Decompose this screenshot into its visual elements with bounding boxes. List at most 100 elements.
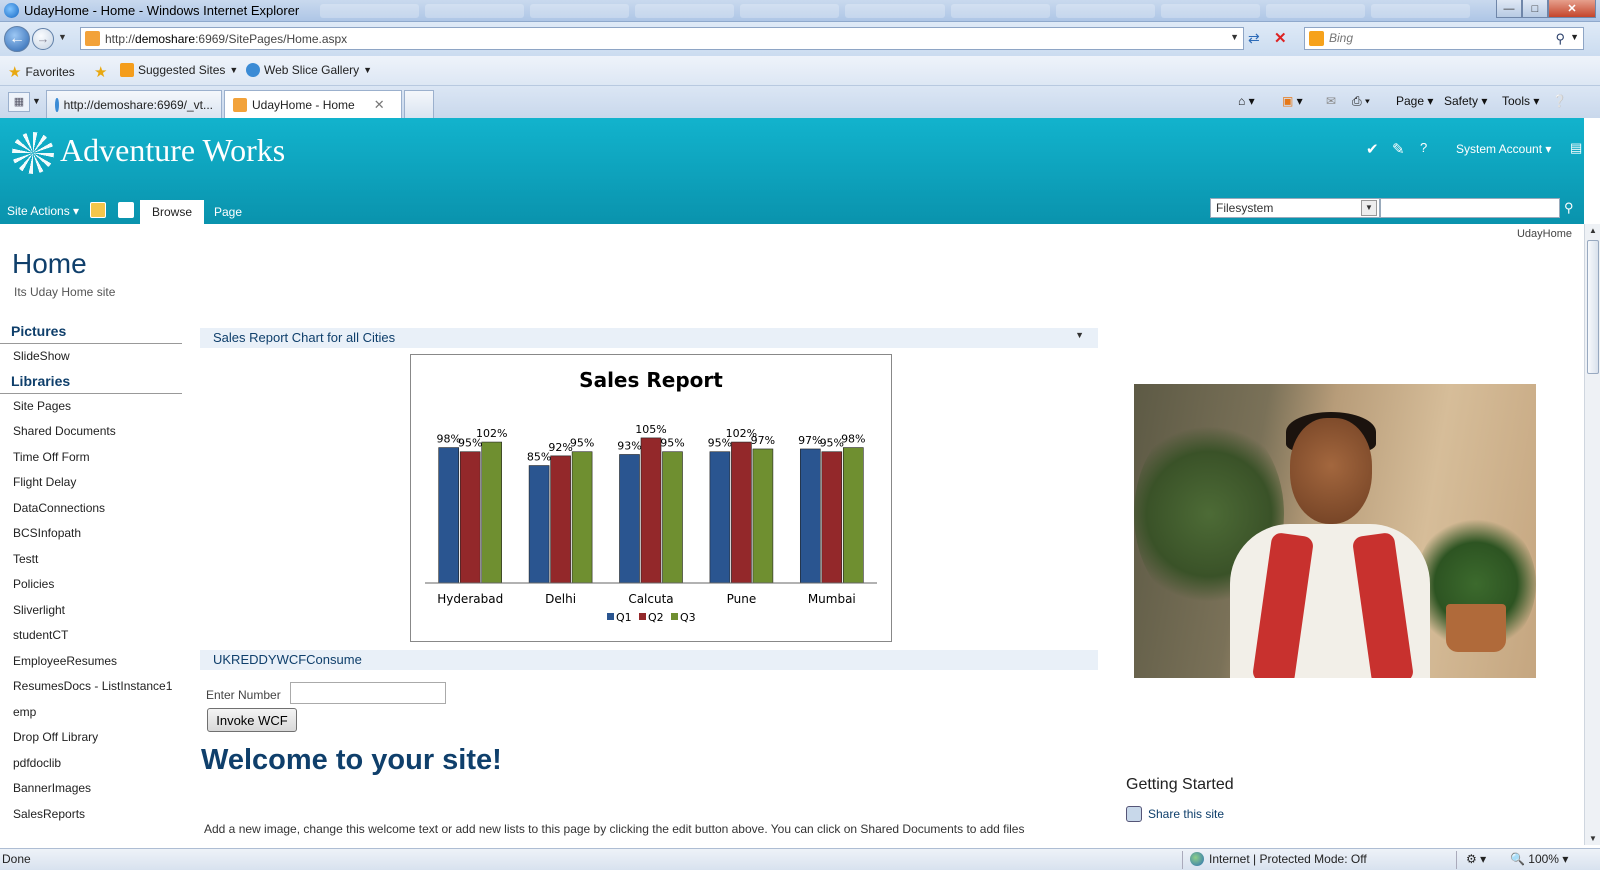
quick-launch: Pictures SlideShow Libraries Site Pages S…: [0, 320, 182, 827]
search-scope-select[interactable]: Filesystem ▼: [1210, 198, 1380, 218]
suggested-sites-button[interactable]: Suggested Sites ▼: [120, 63, 238, 77]
address-url[interactable]: http://demoshare:6969/SitePages/Home.asp…: [105, 32, 347, 46]
close-window-button[interactable]: ✕: [1548, 0, 1596, 18]
tab-list-dropdown[interactable]: ▼: [32, 96, 41, 106]
legend-label: Q2: [648, 611, 664, 624]
site-name[interactable]: Adventure Works: [60, 132, 285, 169]
navigate-up-icon[interactable]: [90, 202, 106, 218]
ql-item[interactable]: SlideShow: [0, 344, 182, 370]
safety-menu[interactable]: Safety ▾: [1444, 94, 1487, 108]
home-icon[interactable]: ⌂ ▾: [1238, 94, 1255, 108]
chart-data-label: 93%: [617, 439, 641, 452]
new-tab-button[interactable]: [404, 90, 434, 118]
ql-item[interactable]: SalesReports: [0, 802, 182, 828]
ql-item[interactable]: Testt: [0, 547, 182, 573]
ql-item[interactable]: BCSInfopath: [0, 521, 182, 547]
search-icon[interactable]: ⚲: [1564, 200, 1574, 216]
mail-icon[interactable]: ✉: [1326, 94, 1336, 108]
back-button[interactable]: ←: [4, 26, 30, 52]
zoom-level[interactable]: 🔍 100% ▾: [1510, 852, 1568, 866]
ql-item[interactable]: ResumesDocs - ListInstance1: [0, 674, 182, 700]
address-dropdown-icon[interactable]: ▼: [1230, 32, 1239, 42]
site-actions-menu[interactable]: Site Actions ▾: [7, 204, 79, 218]
close-tab-icon[interactable]: ✕: [374, 97, 385, 113]
forward-button[interactable]: →: [32, 28, 54, 50]
chart-bar: [640, 437, 662, 584]
ql-item[interactable]: studentCT: [0, 623, 182, 649]
ql-item[interactable]: EmployeeResumes: [0, 649, 182, 675]
ql-heading-libraries[interactable]: Libraries: [0, 370, 182, 394]
ql-item[interactable]: Time Off Form: [0, 445, 182, 471]
tab-inactive[interactable]: http://demoshare:6969/_vt...: [46, 90, 222, 118]
share-site-link[interactable]: Share this site: [1126, 806, 1224, 822]
ql-item[interactable]: pdfdoclib: [0, 751, 182, 777]
ql-item[interactable]: BannerImages: [0, 776, 182, 802]
invoke-wcf-button[interactable]: Invoke WCF: [207, 708, 297, 732]
search-icon[interactable]: ⚲: [1555, 31, 1565, 47]
ql-item[interactable]: Sliverlight: [0, 598, 182, 624]
chevron-down-icon[interactable]: ▼: [1361, 200, 1377, 216]
ql-heading-pictures[interactable]: Pictures: [0, 320, 182, 344]
tab-active[interactable]: UdayHome - Home ✕: [224, 90, 402, 118]
address-bar[interactable]: http://demoshare:6969/SitePages/Home.asp…: [80, 27, 1244, 50]
stop-icon[interactable]: ✕: [1274, 29, 1287, 47]
scroll-down-icon[interactable]: ▼: [1587, 834, 1599, 843]
tab-browse[interactable]: Browse: [140, 200, 205, 224]
favorites-button[interactable]: ★ Favorites: [8, 63, 75, 81]
refresh-icon[interactable]: ⇄: [1248, 30, 1260, 47]
settings-icon[interactable]: ⚙ ▾: [1466, 852, 1486, 866]
chart-bar: [799, 448, 821, 584]
chart-bar: [571, 451, 593, 584]
status-bar: Done Internet | Protected Mode: Off ⚙ ▾ …: [0, 848, 1600, 870]
search-box[interactable]: ⚲ ▼: [1304, 27, 1584, 50]
chart-bar: [481, 441, 502, 584]
chart-data-label: 97%: [751, 434, 775, 447]
ql-item[interactable]: Drop Off Library: [0, 725, 182, 751]
site-logo-icon[interactable]: [12, 132, 54, 174]
tools-menu[interactable]: Tools ▾: [1502, 94, 1539, 108]
web-slice-gallery-button[interactable]: Web Slice Gallery ▼: [246, 63, 372, 77]
edit-page-icon[interactable]: [118, 202, 134, 218]
help-icon[interactable]: ❔: [1552, 94, 1567, 108]
ie-logo-icon: [4, 3, 19, 18]
ql-item[interactable]: Flight Delay: [0, 470, 182, 496]
vertical-scrollbar[interactable]: ▲ ▼: [1584, 224, 1600, 845]
page-menu[interactable]: Page ▾: [1396, 94, 1433, 108]
chart-bar: [459, 451, 481, 584]
search-options-dropdown[interactable]: ▼: [1570, 32, 1579, 42]
chart-category-label: Mumbai: [808, 592, 856, 606]
ql-item[interactable]: emp: [0, 700, 182, 726]
feeds-icon[interactable]: ▣ ▾: [1282, 94, 1303, 108]
search-input[interactable]: [1329, 31, 1549, 45]
quick-tabs-button[interactable]: ▦: [8, 92, 30, 112]
help-icon[interactable]: ?: [1420, 140, 1427, 155]
ql-item[interactable]: Shared Documents: [0, 419, 182, 445]
site-search-input[interactable]: [1380, 198, 1560, 218]
ql-item[interactable]: Site Pages: [0, 394, 182, 420]
ql-item[interactable]: Policies: [0, 572, 182, 598]
chart-bar: [752, 448, 774, 584]
tab-label: http://demoshare:6969/_vt...: [63, 97, 213, 112]
enter-number-input[interactable]: [290, 682, 446, 704]
tab-page[interactable]: Page: [202, 200, 254, 224]
minimize-button[interactable]: —: [1496, 0, 1522, 18]
print-icon[interactable]: ⎙ ▾: [1352, 94, 1370, 109]
tab-bar: ▦ ▼ http://demoshare:6969/_vt... UdayHom…: [0, 86, 1600, 118]
scroll-thumb[interactable]: [1587, 240, 1599, 374]
breadcrumb[interactable]: UdayHome: [1517, 228, 1572, 240]
tags-icon[interactable]: ✔: [1366, 140, 1379, 158]
webpart-menu-icon[interactable]: ▼: [1075, 330, 1084, 340]
status-text: Done: [2, 852, 31, 866]
scroll-up-icon[interactable]: ▲: [1587, 226, 1599, 235]
user-menu[interactable]: System Account ▾: [1456, 142, 1551, 156]
notes-icon[interactable]: ✎: [1392, 140, 1405, 158]
add-favorite-button[interactable]: ★: [94, 63, 107, 81]
security-zone[interactable]: Internet | Protected Mode: Off: [1190, 852, 1367, 866]
chart-category-label: Delhi: [545, 592, 576, 606]
taskbar-thumbnails: [320, 4, 1471, 18]
ql-item[interactable]: DataConnections: [0, 496, 182, 522]
chart-bar: [550, 455, 571, 584]
open-menu-icon[interactable]: ▤: [1570, 140, 1582, 156]
recent-pages-dropdown[interactable]: ▼: [58, 32, 67, 42]
maximize-button[interactable]: □: [1522, 0, 1548, 18]
